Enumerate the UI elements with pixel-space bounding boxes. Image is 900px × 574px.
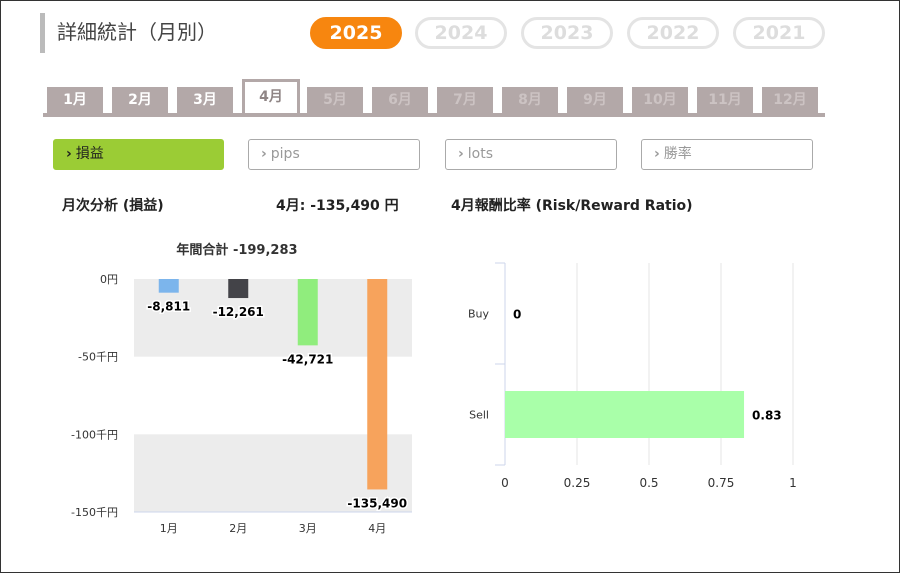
y-tick-label: 0円 (100, 273, 118, 286)
x-tick-label: 0 (501, 476, 509, 490)
x-tick-label: 0.75 (708, 476, 735, 490)
chart-title: 年間合計 -199,283 (176, 242, 297, 258)
x-tick-label: 3月 (299, 522, 317, 535)
data-label: -42,721 (282, 352, 333, 366)
y-tick-label: -100千円 (71, 428, 118, 441)
y-tick-label: -150千円 (71, 506, 118, 519)
charts-svg: 0円 -50千円 -100千円 -150千円 年間合計 -199,283 -8,811 1月… (71, 242, 797, 535)
data-label: -135,490 (347, 496, 407, 510)
x-tick-label: 0.5 (639, 476, 658, 490)
y-tick-label: Buy (468, 308, 490, 321)
monthly-profit-chart: 0円 -50千円 -100千円 -150千円 年間合計 -199,283 -8,811 1月… (71, 242, 412, 535)
x-tick-label: 1 (789, 476, 797, 490)
data-label: 0 (513, 308, 521, 322)
page-frame: 詳細統計（月別） 2025 2024 2023 2022 2021 1月 2月 … (0, 0, 900, 573)
bar (158, 279, 179, 293)
y-tick-label: -50千円 (78, 351, 118, 364)
x-tick-label: 2月 (229, 522, 247, 535)
data-label: 0.83 (752, 409, 782, 423)
bar (367, 279, 388, 490)
x-tick-label: 0.25 (564, 476, 591, 490)
x-tick-label: 4月 (368, 522, 386, 535)
y-tick-label: Sell (469, 409, 489, 422)
x-tick-label: 1月 (160, 522, 178, 535)
data-label: -12,261 (213, 305, 264, 319)
risk-reward-chart: 0 0.25 0.5 0.75 1 Buy 0 Sell 0.83 (468, 262, 797, 490)
bar (297, 279, 318, 346)
data-label: -8,811 (147, 300, 190, 314)
bar (228, 279, 249, 299)
bar (505, 391, 745, 438)
